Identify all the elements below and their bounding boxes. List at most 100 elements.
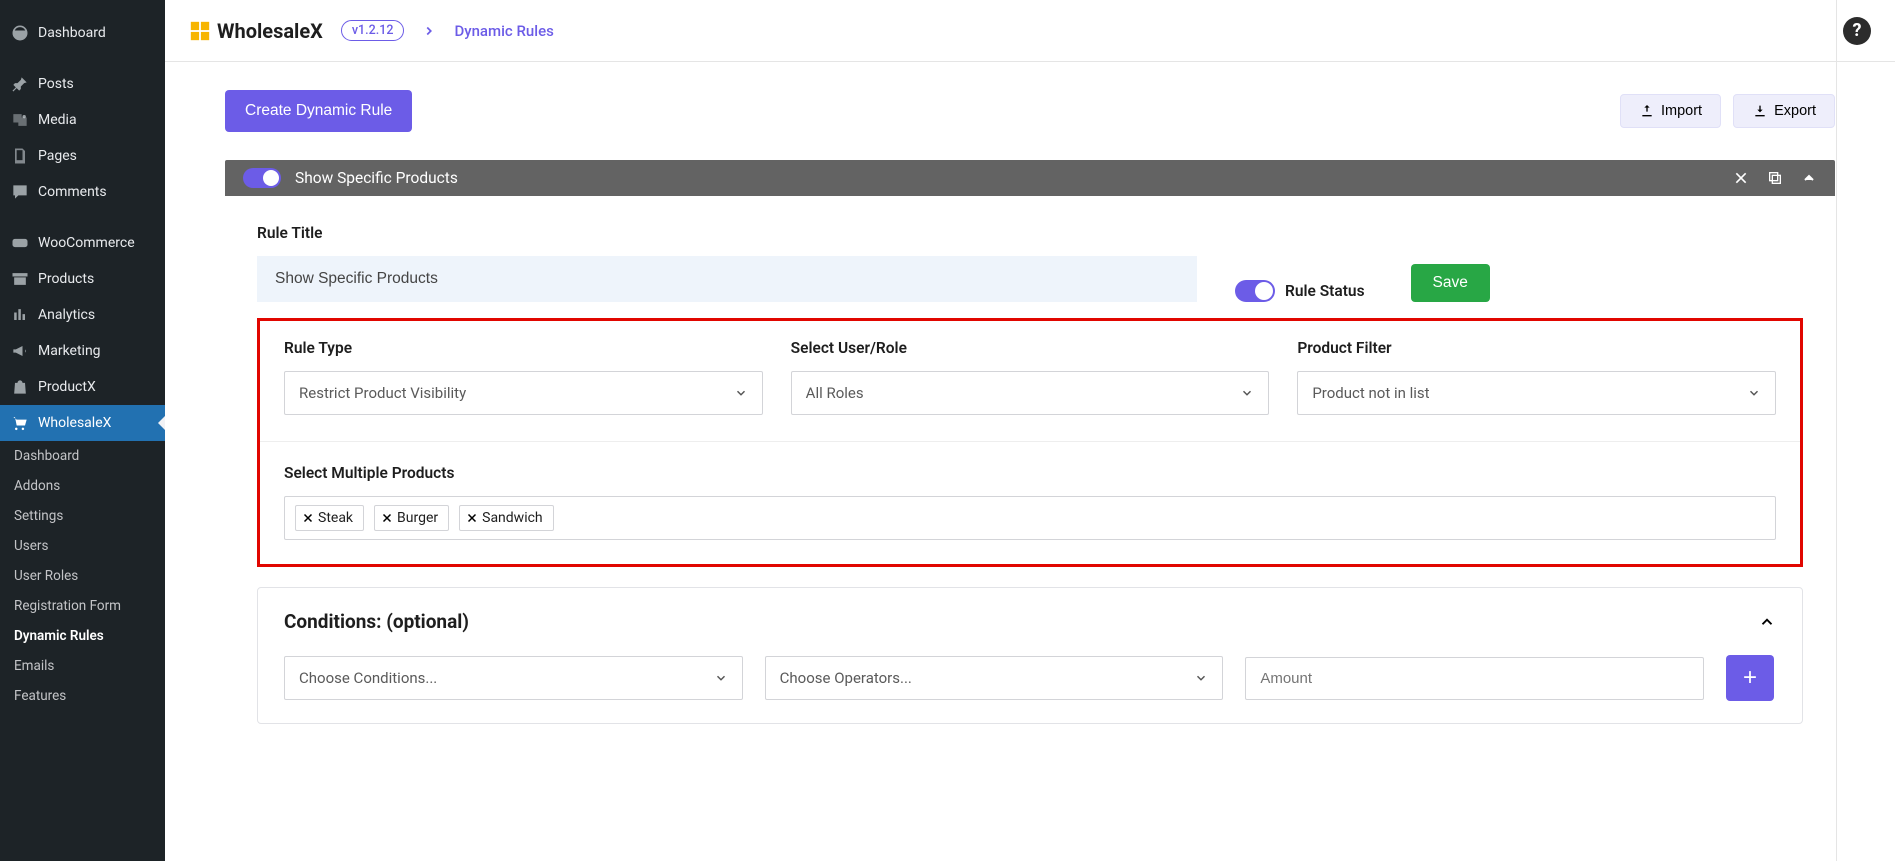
- gauge-icon: [10, 23, 30, 43]
- sidebar-sub-dynamic-rules[interactable]: Dynamic Rules: [0, 621, 165, 651]
- sidebar-item-media[interactable]: Media: [0, 102, 165, 138]
- sidebar-sub-users[interactable]: Users: [0, 531, 165, 561]
- sidebar-sub-user-roles[interactable]: User Roles: [0, 561, 165, 591]
- rule-title-label: Rule Title: [257, 224, 1803, 242]
- upload-icon: [1639, 103, 1655, 119]
- sidebar-sub-dashboard[interactable]: Dashboard: [0, 441, 165, 471]
- product-filter-select[interactable]: Product not in list: [1297, 371, 1776, 415]
- placeholder: Choose Operators...: [780, 669, 912, 687]
- conditions-title: Conditions: (optional): [284, 610, 469, 633]
- label: Comments: [38, 184, 107, 200]
- label: Dashboard: [38, 25, 106, 41]
- product-tag[interactable]: Sandwich: [459, 505, 554, 531]
- label: Pages: [38, 148, 77, 164]
- chevron-up-icon[interactable]: [1758, 613, 1776, 631]
- label: ProductX: [38, 379, 96, 395]
- x-icon[interactable]: [381, 512, 393, 524]
- label: Posts: [38, 76, 74, 92]
- question-icon: ?: [1853, 20, 1862, 41]
- comment-icon: [10, 182, 30, 202]
- label: WholesaleX: [38, 415, 111, 431]
- x-icon[interactable]: [302, 512, 314, 524]
- breadcrumb-current[interactable]: Dynamic Rules: [454, 22, 553, 40]
- rule-status-label: Rule Status: [1285, 282, 1365, 300]
- chevron-down-icon: [1240, 386, 1254, 400]
- help-button[interactable]: ?: [1843, 17, 1871, 45]
- media-icon: [10, 110, 30, 130]
- sidebar-item-dashboard[interactable]: Dashboard: [0, 15, 165, 51]
- label: Media: [38, 112, 77, 128]
- label: Analytics: [38, 307, 95, 323]
- bag-icon: [10, 377, 30, 397]
- save-button[interactable]: Save: [1411, 264, 1490, 302]
- label: Burger: [397, 510, 438, 526]
- export-button[interactable]: Export: [1733, 94, 1835, 128]
- rule-status-toggle[interactable]: [1235, 280, 1275, 302]
- megaphone-icon: [10, 341, 30, 361]
- add-condition-button[interactable]: +: [1726, 655, 1774, 701]
- label: Marketing: [38, 343, 101, 359]
- sidebar-sub-settings[interactable]: Settings: [0, 501, 165, 531]
- sidebar-item-products[interactable]: Products: [0, 261, 165, 297]
- sidebar-sub-features[interactable]: Features: [0, 681, 165, 711]
- label: Products: [38, 271, 94, 287]
- chevron-down-icon: [734, 386, 748, 400]
- duplicate-icon[interactable]: [1767, 170, 1783, 186]
- chevron-down-icon: [714, 671, 728, 685]
- sidebar-item-productx[interactable]: ProductX: [0, 369, 165, 405]
- placeholder: Choose Conditions...: [299, 669, 437, 687]
- sidebar-item-woocommerce[interactable]: WooCommerce: [0, 225, 165, 261]
- sidebar-sub-addons[interactable]: Addons: [0, 471, 165, 501]
- download-icon: [1752, 103, 1768, 119]
- label: WooCommerce: [38, 235, 135, 251]
- rule-title-input[interactable]: [257, 256, 1197, 302]
- brand-name: WholesaleX: [217, 19, 323, 43]
- product-tag[interactable]: Burger: [374, 505, 449, 531]
- products-multiselect[interactable]: Steak Burger Sandwich: [284, 496, 1776, 540]
- product-tag[interactable]: Steak: [295, 505, 364, 531]
- label: Steak: [318, 510, 353, 526]
- sidebar-item-posts[interactable]: Posts: [0, 66, 165, 102]
- pin-icon: [10, 74, 30, 94]
- close-icon[interactable]: [1733, 170, 1749, 186]
- top-bar: WholesaleX v1.2.12 Dynamic Rules ?: [165, 0, 1895, 62]
- sidebar-sub-emails[interactable]: Emails: [0, 651, 165, 681]
- import-button[interactable]: Import: [1620, 94, 1721, 128]
- condition-select[interactable]: Choose Conditions...: [284, 656, 743, 700]
- plus-icon: +: [1743, 664, 1757, 692]
- brand-logo[interactable]: WholesaleX: [189, 19, 323, 43]
- value: Product not in list: [1312, 384, 1429, 402]
- amount-input[interactable]: [1245, 657, 1704, 700]
- admin-sidebar: Dashboard Posts Media Pages Comments Woo…: [0, 0, 165, 861]
- sidebar-item-marketing[interactable]: Marketing: [0, 333, 165, 369]
- rule-header-title: Show Specific Products: [295, 169, 1719, 187]
- operator-select[interactable]: Choose Operators...: [765, 656, 1224, 700]
- value: All Roles: [806, 384, 864, 402]
- cart-icon: [10, 413, 30, 433]
- archive-icon: [10, 269, 30, 289]
- sidebar-item-analytics[interactable]: Analytics: [0, 297, 165, 333]
- sidebar-item-wholesalex[interactable]: WholesaleX: [0, 405, 165, 441]
- label: Sandwich: [482, 510, 543, 526]
- chevron-down-icon: [1194, 671, 1208, 685]
- page-icon: [10, 146, 30, 166]
- conditions-card: Conditions: (optional) Choose Conditions…: [257, 587, 1803, 724]
- create-rule-button[interactable]: Create Dynamic Rule: [225, 90, 412, 132]
- rule-header: Show Specific Products: [225, 160, 1835, 196]
- value: Restrict Product Visibility: [299, 384, 466, 402]
- windows-icon: [189, 20, 211, 42]
- sidebar-item-comments[interactable]: Comments: [0, 174, 165, 210]
- x-icon[interactable]: [466, 512, 478, 524]
- chevron-right-icon: [422, 24, 436, 38]
- chevron-up-icon[interactable]: [1801, 170, 1817, 186]
- sidebar-item-pages[interactable]: Pages: [0, 138, 165, 174]
- version-badge: v1.2.12: [341, 20, 405, 41]
- user-role-label: Select User/Role: [791, 339, 1270, 357]
- woo-icon: [10, 233, 30, 253]
- sidebar-sub-registration-form[interactable]: Registration Form: [0, 591, 165, 621]
- products-label: Select Multiple Products: [284, 464, 1776, 482]
- rule-enable-toggle[interactable]: [243, 168, 281, 188]
- rule-type-select[interactable]: Restrict Product Visibility: [284, 371, 763, 415]
- rule-card: Show Specific Products Rule Title Rule S…: [225, 160, 1835, 730]
- user-role-select[interactable]: All Roles: [791, 371, 1270, 415]
